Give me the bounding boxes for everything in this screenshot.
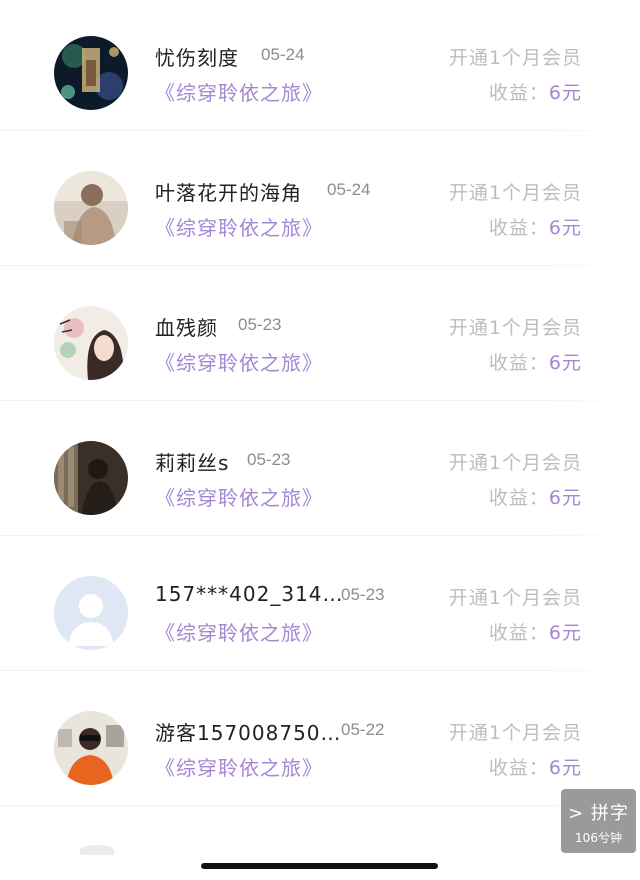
record-date: 05-23 [341,585,385,604]
record-date: 05-23 [238,315,282,334]
membership-action: 开通1个月会员 [448,452,582,474]
row-divider [0,535,640,536]
earnings: 收益：6元 [489,213,582,240]
avatar[interactable] [54,36,128,110]
avatar[interactable] [54,171,128,245]
earnings-amount: 6元 [548,757,582,779]
list-item[interactable]: 忧伤刻度 05-24 《综穿聆依之旅》 开通1个月会员 收益：6元 [0,0,640,134]
earnings: 收益：6元 [489,78,582,105]
earnings-label: 收益： [488,217,549,239]
row-divider [0,265,640,266]
membership-action: 开通1个月会员 [448,317,582,339]
list-item[interactable]: 游客157008750… 05-22 《综穿聆依之旅》 开通1个月会员 收益：6… [0,675,640,809]
earnings-label: 收益： [488,622,549,644]
earnings-amount: 6元 [548,622,582,644]
earnings-label: 收益： [488,487,549,509]
record-date: 05-22 [341,720,385,739]
book-title-link[interactable]: 《综穿聆依之旅》 [155,212,323,241]
book-title-link[interactable]: 《综穿聆依之旅》 [155,482,323,511]
floating-pinzi-button[interactable]: > 拼字 106兮钟 [561,789,636,853]
earnings-amount: 6元 [548,352,582,374]
user-name: 血残颜 [155,316,218,340]
default-avatar-icon [54,576,128,650]
home-indicator[interactable] [201,863,438,869]
record-date: 05-24 [327,180,371,199]
earnings-amount: 6元 [548,487,582,509]
record-date: 05-23 [247,450,291,469]
floating-button-sub: 106兮钟 [575,831,622,845]
avatar[interactable] [54,306,128,380]
earnings: 收益：6元 [489,618,582,645]
user-name: 叶落花开的海角 [155,181,302,205]
partial-avatar [80,845,114,855]
list-item[interactable]: 叶落花开的海角 05-24 《综穿聆依之旅》 开通1个月会员 收益：6元 [0,135,640,269]
row-divider [0,130,640,131]
avatar-image [54,711,128,785]
earnings-label: 收益： [488,352,549,374]
book-title-link[interactable]: 《综穿聆依之旅》 [155,752,323,781]
row-divider [0,670,640,671]
avatar-image [54,171,128,245]
book-title-link[interactable]: 《综穿聆依之旅》 [155,617,323,646]
earnings: 收益：6元 [489,753,582,780]
earnings-label: 收益： [488,757,549,779]
earnings-amount: 6元 [548,82,582,104]
membership-action: 开通1个月会员 [448,182,582,204]
earnings: 收益：6元 [489,483,582,510]
membership-action: 开通1个月会员 [448,587,582,609]
user-name: 莉莉丝s [155,451,230,475]
user-name: 157***402_314… [155,582,344,606]
book-title-link[interactable]: 《综穿聆依之旅》 [155,77,323,106]
earnings: 收益：6元 [489,348,582,375]
floating-button-label: > 拼字 [568,803,629,824]
row-divider [0,400,640,401]
list-item[interactable]: 莉莉丝s 05-23 《综穿聆依之旅》 开通1个月会员 收益：6元 [0,405,640,539]
earnings-label: 收益： [488,82,549,104]
list-item[interactable]: 157***402_314… 05-23 《综穿聆依之旅》 开通1个月会员 收益… [0,540,640,674]
book-title-link[interactable]: 《综穿聆依之旅》 [155,347,323,376]
avatar-image [54,36,128,110]
avatar-image [54,306,128,380]
membership-action: 开通1个月会员 [448,722,582,744]
user-name: 游客157008750… [155,721,342,745]
membership-action: 开通1个月会员 [448,47,582,69]
avatar[interactable] [54,576,128,650]
user-name: 忧伤刻度 [155,46,239,70]
avatar-image [54,441,128,515]
avatar[interactable] [54,711,128,785]
avatar[interactable] [54,441,128,515]
record-date: 05-24 [261,45,305,64]
row-divider [0,805,640,806]
list-item[interactable]: 血残颜 05-23 《综穿聆依之旅》 开通1个月会员 收益：6元 [0,270,640,404]
earnings-amount: 6元 [548,217,582,239]
